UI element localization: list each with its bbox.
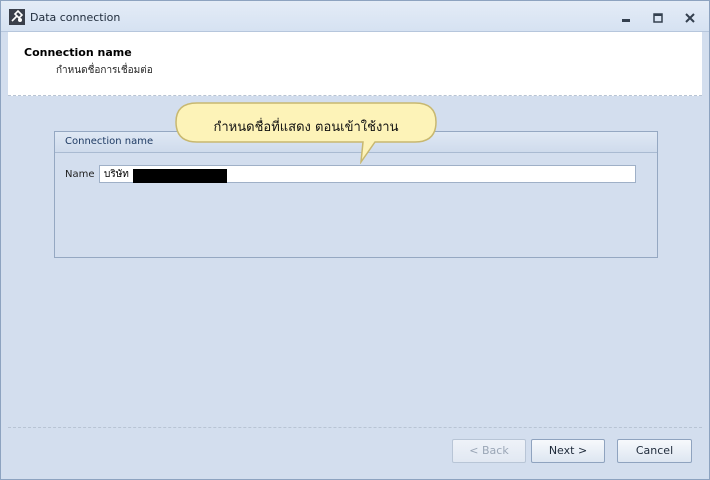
callout-tooltip: กำหนดชื่อที่แสดง ตอนเข้าใช้งาน	[175, 102, 437, 164]
minimize-icon[interactable]	[617, 10, 635, 24]
footer-divider	[8, 427, 702, 428]
group-title: Connection name	[65, 136, 154, 147]
redacted-text	[133, 169, 227, 183]
dialog-window: Data connection Connection name กำหนดชื่…	[0, 0, 710, 480]
title-bar[interactable]: Data connection	[1, 1, 709, 32]
name-label: Name	[65, 169, 95, 180]
page-subtitle: กำหนดชื่อการเชื่อมต่อ	[56, 65, 153, 76]
cancel-button[interactable]: Cancel	[617, 439, 692, 463]
window-title: Data connection	[30, 11, 121, 24]
back-button[interactable]: < Back	[452, 439, 526, 463]
next-button[interactable]: Next >	[531, 439, 605, 463]
app-tool-icon	[9, 9, 25, 25]
close-icon[interactable]	[681, 10, 699, 24]
wizard-header: Connection name กำหนดชื่อการเชื่อมต่อ	[8, 32, 702, 96]
page-title: Connection name	[24, 46, 132, 59]
maximize-icon[interactable]	[649, 10, 667, 24]
tooltip-text: กำหนดชื่อที่แสดง ตอนเข้าใช้งาน	[213, 120, 399, 135]
